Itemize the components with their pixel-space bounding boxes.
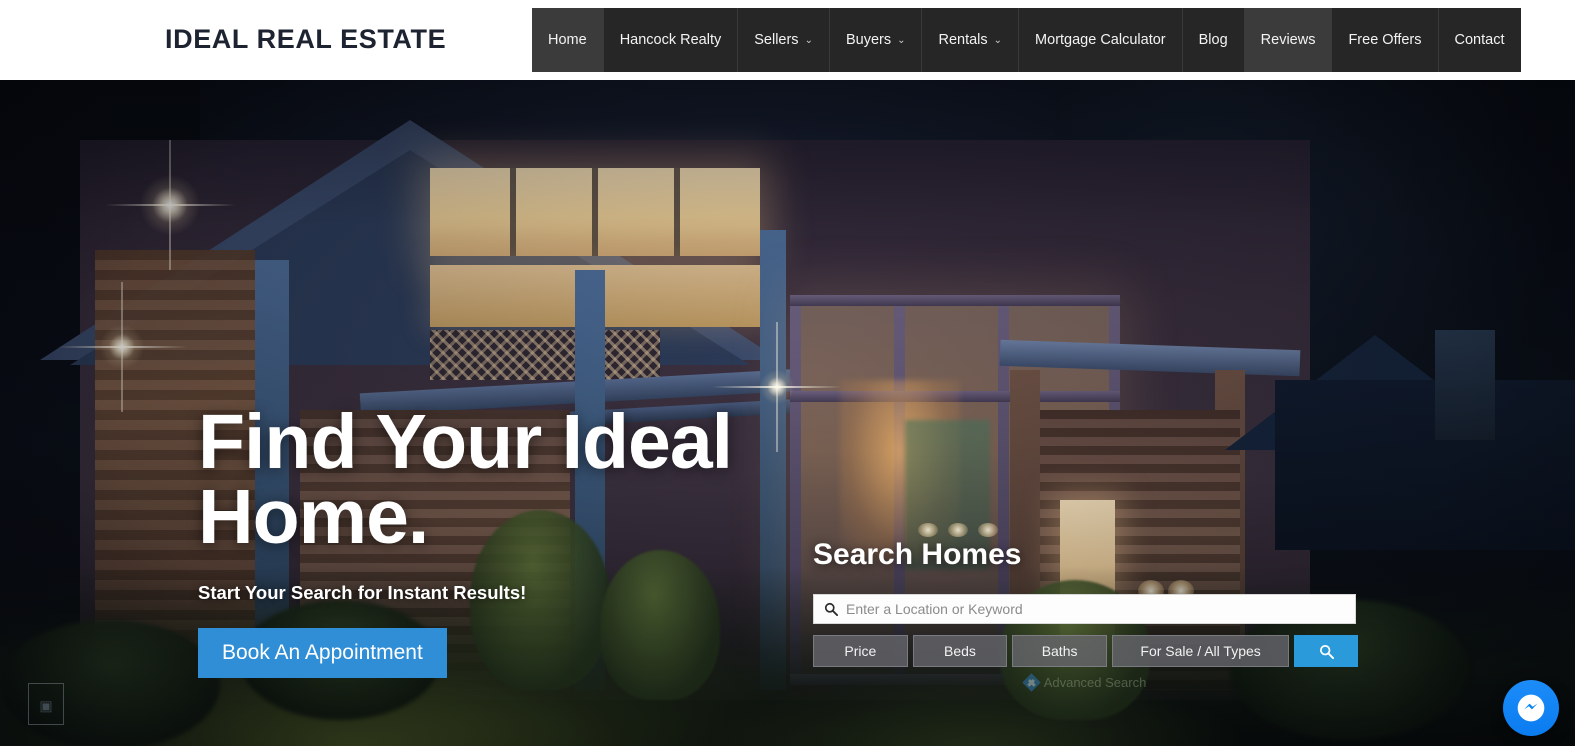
search-widget-title: Search Homes <box>813 538 1022 571</box>
filter-for-sale-all-types[interactable]: For Sale / All Types <box>1111 635 1290 667</box>
nav-item-label: Reviews <box>1260 32 1316 48</box>
nav-item-mortgage-calculator[interactable]: Mortgage Calculator <box>1019 8 1183 72</box>
nav-item-free-offers[interactable]: Free Offers <box>1332 8 1439 72</box>
search-submit-button[interactable] <box>1294 635 1358 667</box>
site-logo[interactable]: IDEAL REAL ESTATE <box>165 24 446 55</box>
hero-subheading: Start Your Search for Instant Results! <box>198 582 527 604</box>
nav-item-label: Free Offers <box>1348 32 1422 48</box>
search-icon <box>824 602 838 616</box>
nav-item-reviews[interactable]: Reviews <box>1244 8 1333 72</box>
nav-item-label: Home <box>548 32 587 48</box>
filter-baths[interactable]: Baths <box>1012 635 1107 667</box>
nav-item-label: Contact <box>1454 32 1505 48</box>
site-header: IDEAL REAL ESTATE Home Hancock Realty Sell… <box>0 0 1575 80</box>
search-homes-widget: Search Homes PriceBedsBathsFor Sale / Al… <box>813 538 1358 692</box>
nav-item-label: Mortgage Calculator <box>1035 32 1166 48</box>
nav-item-hancock-realty[interactable]: Hancock Realty <box>603 8 739 72</box>
hero-heading-line2: Home. <box>198 473 429 560</box>
chevron-down-icon: ⌄ <box>897 35 906 46</box>
chevron-down-icon: ⌄ <box>993 35 1003 46</box>
chevron-down-icon: ⌄ <box>804 35 813 46</box>
main-navigation: Home Hancock Realty Sellers ⌄ Buyers ⌄ Rentals… <box>532 8 1521 72</box>
book-appointment-button[interactable]: Book An Appointment <box>198 628 447 679</box>
nav-item-label: Sellers <box>754 32 799 48</box>
nav-item-label: Blog <box>1198 32 1228 48</box>
nav-item-sellers[interactable]: Sellers ⌄ <box>738 8 830 72</box>
hero-heading: Find Your Ideal Home. <box>198 404 733 556</box>
plus-diamond-icon <box>1021 673 1041 692</box>
messenger-icon <box>1517 694 1545 722</box>
hero-content: Find Your Ideal Home. Start Your Search … <box>198 404 733 679</box>
nav-item-label: Hancock Realty <box>619 32 722 48</box>
nav-item-blog[interactable]: Blog <box>1182 8 1245 72</box>
nav-item-contact[interactable]: Contact <box>1438 8 1521 72</box>
nav-item-label: Rentals <box>938 32 988 48</box>
placeholder-glyph: ▣ <box>39 697 53 714</box>
nav-item-home[interactable]: Home <box>532 8 604 72</box>
hero-heading-line1: Find Your Ideal <box>198 399 733 485</box>
filter-price[interactable]: Price <box>813 635 908 667</box>
filter-beds[interactable]: Beds <box>912 635 1008 667</box>
nav-item-buyers[interactable]: Buyers ⌄ <box>829 8 923 72</box>
search-filters: Price Beds Baths For Sale / All Types <box>813 635 1358 667</box>
broken-image-placeholder: ▣ <box>28 683 64 725</box>
nav-item-label: Buyers <box>845 32 892 48</box>
search-input-wrapper[interactable] <box>813 594 1356 624</box>
nav-item-rentals[interactable]: Rentals ⌄ <box>922 8 1020 72</box>
search-icon <box>1319 644 1334 659</box>
advanced-search-label: Advanced Search <box>1043 675 1147 690</box>
messenger-chat-button[interactable] <box>1503 680 1559 736</box>
advanced-search-link[interactable]: Advanced Search <box>813 673 1358 692</box>
hero-section: Find Your Ideal Home. Start Your Search … <box>0 80 1575 746</box>
search-input[interactable] <box>846 601 1345 617</box>
